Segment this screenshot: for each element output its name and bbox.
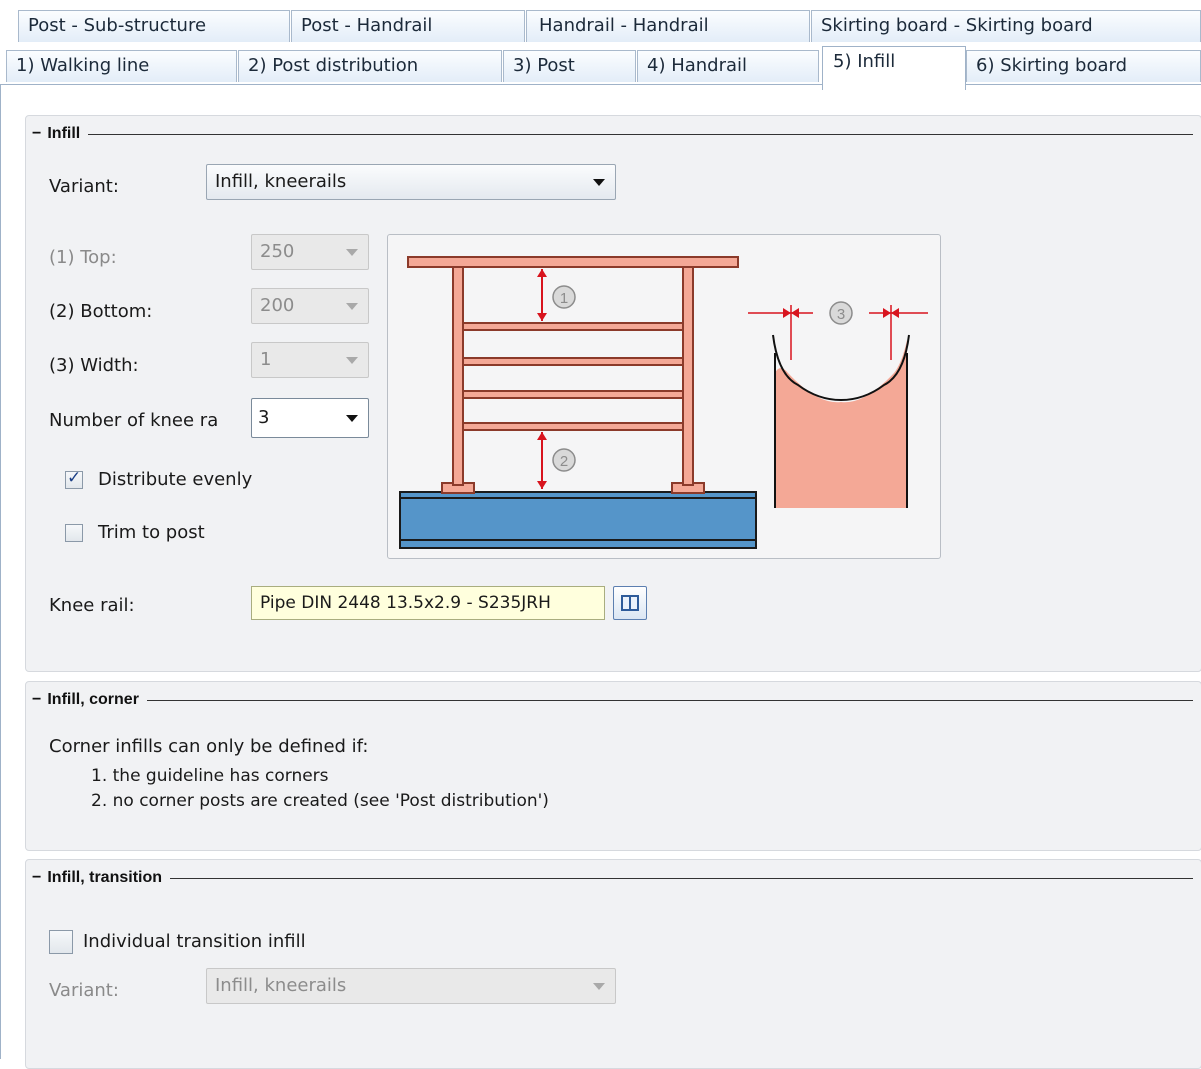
infill-corner-group-title: Infill, corner — [47, 691, 139, 708]
number-of-knee-rails-value: 3 — [258, 407, 270, 428]
dropdown-arrow-icon — [346, 415, 358, 422]
group-divider — [88, 133, 1193, 135]
transition-variant-select[interactable]: Infill, kneerails — [206, 968, 616, 1004]
trim-to-post-label[interactable]: Trim to post — [98, 522, 205, 543]
dropdown-arrow-icon — [346, 303, 358, 310]
cross-section-fill — [775, 340, 907, 508]
group-divider — [170, 877, 1193, 879]
post-left — [452, 264, 464, 486]
collapse-icon[interactable]: − — [32, 125, 41, 143]
dropdown-arrow-icon — [346, 249, 358, 256]
tab-post-distribution[interactable]: 2) Post distribution — [238, 50, 502, 82]
bottom-select[interactable]: 200 — [251, 288, 369, 324]
bottom-label: (2) Bottom: — [49, 301, 153, 322]
marker-1-label: 1 — [560, 290, 568, 307]
infill-corner-group-header: − Infill, corner — [32, 690, 1193, 710]
tab-content-pane: − Infill Variant: Infill, kneerails (1) … — [0, 84, 1201, 1069]
corner-note: Corner infills can only be defined if: — [49, 736, 369, 757]
knee-rail-value: Pipe DIN 2448 13.5x2.9 - S235JRH — [260, 593, 551, 613]
number-of-knee-rails-select[interactable]: 3 — [251, 398, 369, 438]
post-right — [682, 264, 694, 486]
knee-rail — [462, 390, 684, 399]
group-divider — [146, 699, 1193, 701]
bottom-select-value: 200 — [260, 295, 295, 316]
distribute-evenly-checkbox[interactable]: ✓ — [65, 468, 83, 489]
individual-transition-infill-checkbox[interactable] — [49, 930, 73, 954]
tab-walking-line[interactable]: 1) Walking line — [6, 50, 237, 82]
distribute-evenly-label[interactable]: Distribute evenly — [98, 469, 252, 490]
number-of-knee-rails-label: Number of knee ra — [49, 410, 219, 431]
trim-to-post-checkbox[interactable] — [65, 524, 83, 542]
collapse-icon[interactable]: − — [32, 869, 41, 887]
dropdown-arrow-icon — [593, 179, 605, 186]
catalog-icon — [621, 595, 639, 611]
handrail — [407, 256, 739, 268]
transition-variant-label: Variant: — [49, 980, 119, 1001]
dropdown-arrow-icon — [593, 983, 605, 990]
marker-3-label: 3 — [837, 306, 845, 323]
knee-rail — [462, 422, 684, 431]
variant-label: Variant: — [49, 176, 119, 197]
tab-handrail[interactable]: 4) Handrail — [637, 50, 819, 82]
collapse-icon[interactable]: − — [32, 691, 41, 709]
tab-infill[interactable]: 5) Infill — [822, 46, 966, 90]
infill-transition-group-header: − Infill, transition — [32, 868, 1193, 888]
infill-group-title: Infill — [47, 125, 81, 142]
top-select-value: 250 — [260, 241, 295, 262]
infill-transition-group: − Infill, transition — [25, 859, 1201, 1069]
tab-skirting-board-skirting-board[interactable]: Skirting board - Skirting board — [811, 10, 1201, 42]
infill-group-header: − Infill — [32, 124, 1193, 144]
tab-post-handrail[interactable]: Post - Handrail — [291, 10, 525, 42]
tab-handrail-handrail[interactable]: Handrail - Handrail — [526, 10, 810, 42]
corner-rule-1: 1. the guideline has corners — [91, 766, 329, 786]
tab-skirting-board[interactable]: 6) Skirting board — [966, 50, 1201, 82]
width-select[interactable]: 1 — [251, 342, 369, 378]
tab-post[interactable]: 3) Post — [503, 50, 636, 82]
infill-diagram: 1 2 3 — [399, 256, 928, 549]
knee-rail-label: Knee rail: — [49, 595, 135, 616]
top-select[interactable]: 250 — [251, 234, 369, 270]
variant-select-value: Infill, kneerails — [215, 171, 347, 192]
knee-rail — [462, 357, 684, 366]
dropdown-arrow-icon — [346, 357, 358, 364]
marker-2-label: 2 — [560, 453, 568, 470]
individual-transition-infill-label[interactable]: Individual transition infill — [83, 931, 306, 952]
infill-illustration: 1 2 3 — [387, 234, 941, 559]
transition-variant-select-value: Infill, kneerails — [215, 975, 347, 996]
infill-transition-group-title: Infill, transition — [47, 869, 163, 886]
top-label: (1) Top: — [49, 247, 117, 268]
width-select-value: 1 — [260, 349, 272, 370]
corner-rule-2: 2. no corner posts are created (see 'Pos… — [91, 791, 549, 811]
knee-rail-field[interactable]: Pipe DIN 2448 13.5x2.9 - S235JRH — [251, 586, 605, 620]
width-label: (3) Width: — [49, 355, 139, 376]
knee-rail-catalog-button[interactable] — [613, 586, 647, 620]
tab-post-sub-structure[interactable]: Post - Sub-structure — [18, 10, 290, 42]
variant-select[interactable]: Infill, kneerails — [206, 164, 616, 200]
knee-rail — [462, 322, 684, 331]
checkmark-icon: ✓ — [67, 468, 82, 488]
